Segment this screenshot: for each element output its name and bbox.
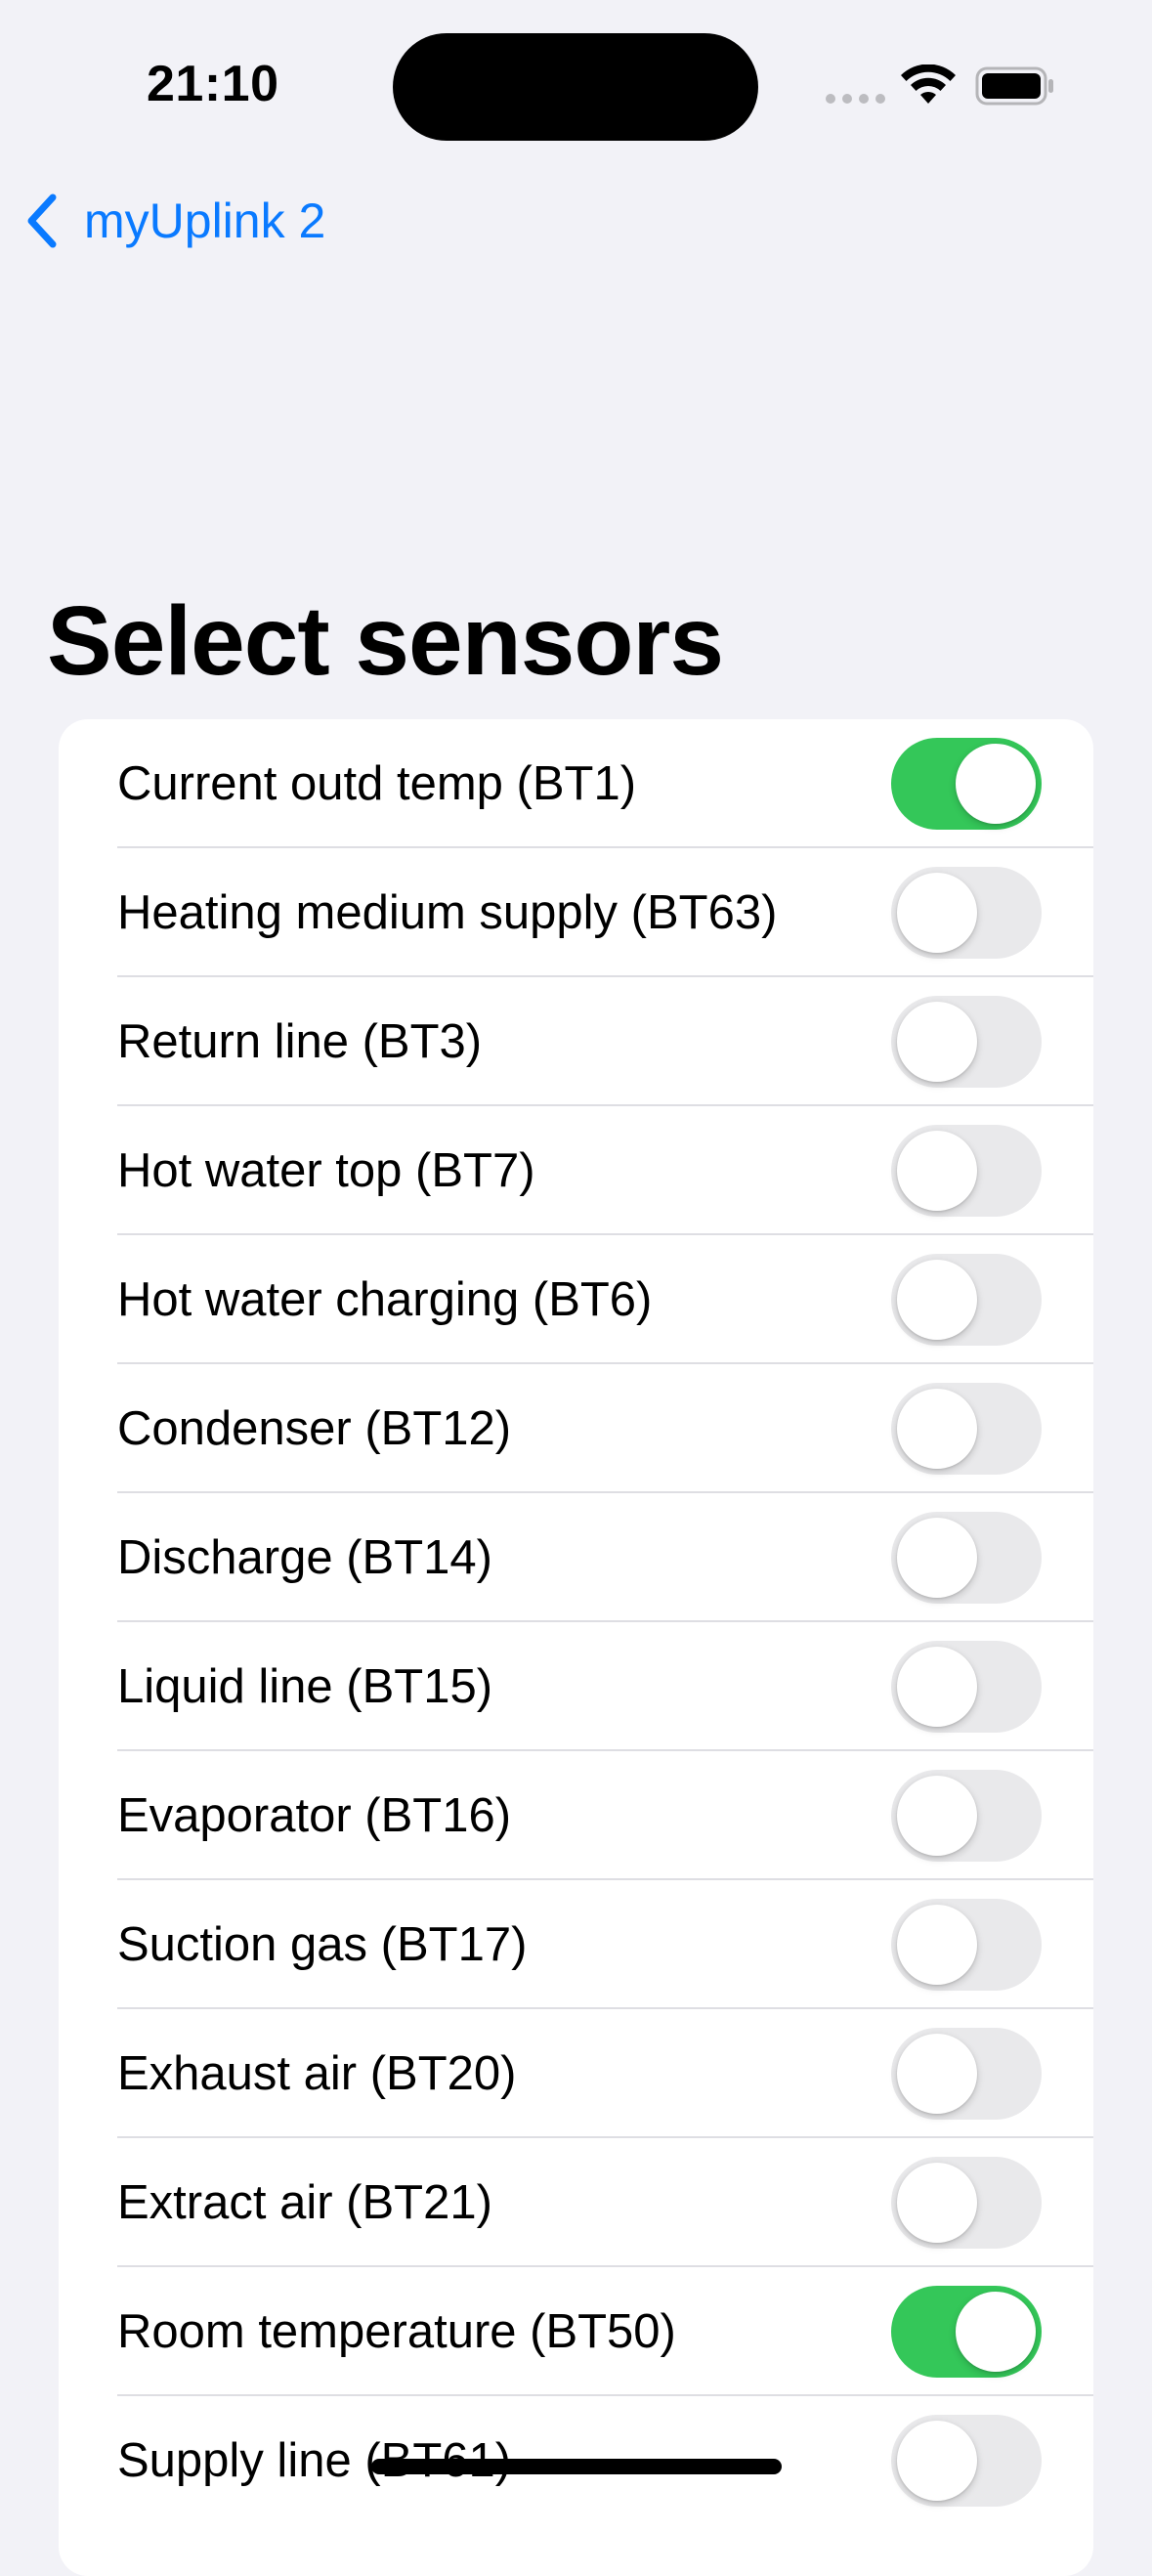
sensor-toggle[interactable]: [891, 2028, 1042, 2120]
sensor-row: Evaporator (BT16): [59, 1751, 1093, 1880]
sensor-row: Return line (BT3): [59, 977, 1093, 1106]
sensor-label: Heating medium supply (BT63): [117, 886, 778, 939]
sensor-toggle[interactable]: [891, 1899, 1042, 1991]
toggle-knob: [897, 1131, 977, 1211]
sensor-label: Suction gas (BT17): [117, 1918, 528, 1971]
sensor-list: Current outd temp (BT1) Heating medium s…: [59, 719, 1093, 2576]
sensor-label: Extract air (BT21): [117, 2176, 492, 2229]
toggle-knob: [897, 2421, 977, 2501]
back-button[interactable]: myUplink 2: [23, 186, 325, 256]
sensor-row: Heating medium supply (BT63): [59, 848, 1093, 977]
dynamic-island: [393, 33, 758, 141]
sensor-toggle[interactable]: [891, 1383, 1042, 1475]
sensor-label: Evaporator (BT16): [117, 1789, 512, 1842]
toggle-knob: [897, 1002, 977, 1082]
sensor-label: Liquid line (BT15): [117, 1660, 493, 1713]
toggle-knob: [897, 1260, 977, 1340]
sensor-row: Suction gas (BT17): [59, 1880, 1093, 2009]
sensor-toggle[interactable]: [891, 1641, 1042, 1733]
sensor-row: Extract air (BT21): [59, 2138, 1093, 2267]
toggle-knob: [897, 1389, 977, 1469]
sensor-row: Liquid line (BT15): [59, 1622, 1093, 1751]
toggle-knob: [956, 2292, 1036, 2372]
sensor-toggle[interactable]: [891, 738, 1042, 830]
sensor-toggle[interactable]: [891, 1125, 1042, 1217]
battery-icon: [975, 66, 1053, 106]
toggle-knob: [956, 744, 1036, 824]
toggle-knob: [897, 1647, 977, 1727]
toggle-knob: [897, 2163, 977, 2243]
sensor-label: Current outd temp (BT1): [117, 757, 637, 810]
toggle-knob: [897, 873, 977, 953]
page-title: Select sensors: [47, 586, 724, 696]
status-bar: 21:10: [0, 0, 1152, 166]
sensor-toggle[interactable]: [891, 2415, 1042, 2507]
sensor-toggle[interactable]: [891, 996, 1042, 1088]
sensor-row: Room temperature (BT50): [59, 2267, 1093, 2396]
toggle-knob: [897, 1518, 977, 1598]
sensor-toggle[interactable]: [891, 1512, 1042, 1604]
toggle-knob: [897, 1905, 977, 1985]
sensor-toggle[interactable]: [891, 2286, 1042, 2378]
sensor-row: Exhaust air (BT20): [59, 2009, 1093, 2138]
sensor-label: Discharge (BT14): [117, 1531, 492, 1584]
chevron-left-icon: [27, 193, 57, 248]
sensor-label: Return line (BT3): [117, 1015, 483, 1068]
toggle-knob: [897, 1776, 977, 1856]
sensor-label: Room temperature (BT50): [117, 2305, 676, 2358]
sensor-label: Hot water top (BT7): [117, 1144, 535, 1197]
sensor-row: Hot water charging (BT6): [59, 1235, 1093, 1364]
sensor-toggle[interactable]: [891, 867, 1042, 959]
sensor-row: Condenser (BT12): [59, 1364, 1093, 1493]
sensor-row: Current outd temp (BT1): [59, 719, 1093, 848]
toggle-knob: [897, 2034, 977, 2114]
wifi-icon: [901, 64, 956, 104]
sensor-toggle[interactable]: [891, 2157, 1042, 2249]
sensor-row: Discharge (BT14): [59, 1493, 1093, 1622]
status-time: 21:10: [147, 56, 279, 112]
sensor-label: Exhaust air (BT20): [117, 2047, 517, 2100]
cellular-signal-icon: [826, 94, 885, 104]
sensor-label: Condenser (BT12): [117, 1402, 512, 1455]
home-indicator: [371, 2459, 782, 2474]
sensor-toggle[interactable]: [891, 1770, 1042, 1862]
back-button-label: myUplink 2: [84, 193, 326, 248]
sensor-toggle[interactable]: [891, 1254, 1042, 1346]
sensor-row: Hot water top (BT7): [59, 1106, 1093, 1235]
sensor-label: Hot water charging (BT6): [117, 1273, 653, 1326]
